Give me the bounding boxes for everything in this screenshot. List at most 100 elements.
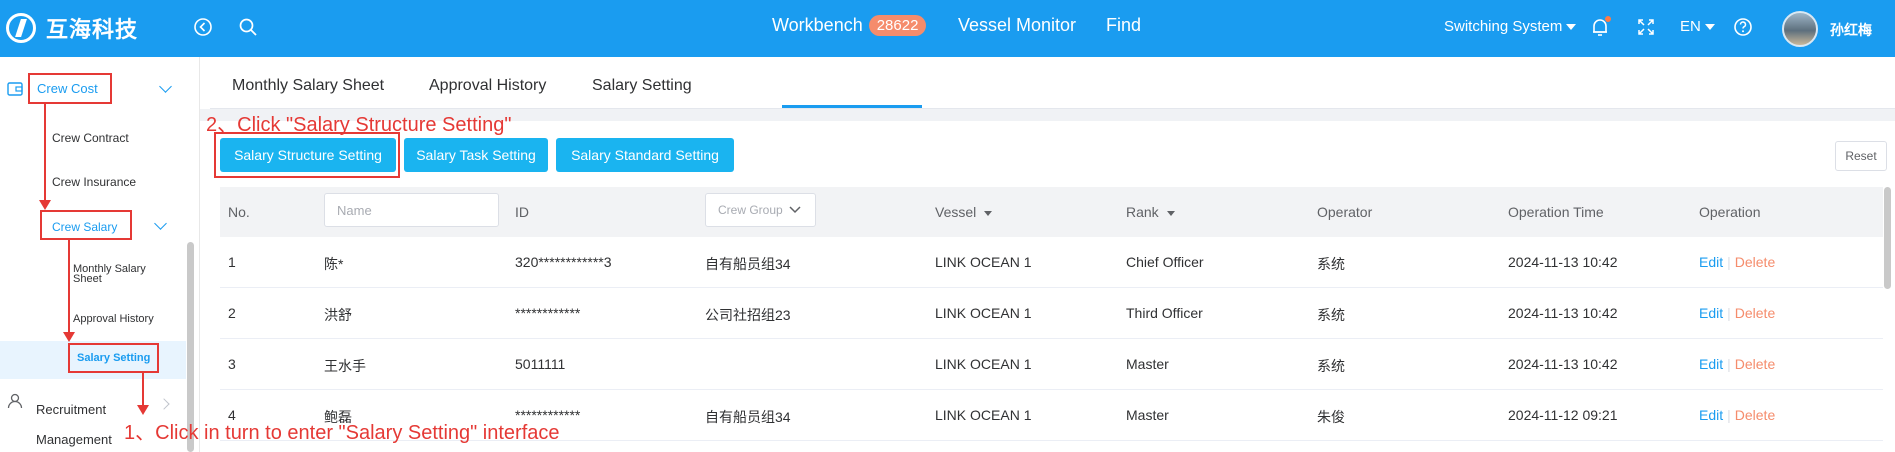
reset-button[interactable]: Reset	[1835, 141, 1887, 171]
edit-link[interactable]: Edit	[1699, 254, 1723, 270]
cell-operation: Edit | Delete	[1699, 407, 1775, 423]
sidebar-item-crew-insurance[interactable]: Crew Insurance	[52, 175, 136, 189]
cell-id: ************	[515, 305, 581, 321]
top-bar: 互海科技 Workbench 28622 Vessel Monitor Find…	[0, 0, 1895, 57]
divider: |	[1727, 254, 1731, 270]
tab-bar: Monthly Salary Sheet Approval History Sa…	[210, 57, 1895, 109]
workbench-badge: 28622	[868, 15, 927, 36]
cell-operation-time: 2024-11-13 10:42	[1508, 305, 1618, 321]
back-icon[interactable]	[190, 14, 216, 40]
salary-standard-setting-button[interactable]: Salary Standard Setting	[556, 138, 734, 172]
column-header-vessel[interactable]: Vessel	[935, 204, 993, 220]
nav-vessel-monitor-label: Vessel Monitor	[958, 15, 1077, 35]
sidebar-item-monthly-salary-sheet[interactable]: Monthly Salary Sheet	[73, 264, 146, 285]
column-header-rank[interactable]: Rank	[1126, 204, 1175, 220]
cell-operator: 系统	[1317, 307, 1345, 323]
divider: |	[1727, 305, 1731, 321]
avatar[interactable]	[1782, 11, 1818, 47]
caret-down-icon	[1566, 23, 1577, 30]
column-header-no: No.	[228, 204, 250, 220]
active-tab-indicator	[782, 105, 922, 108]
sidebar-item-label: Management	[36, 432, 112, 447]
column-header-id: ID	[515, 204, 529, 220]
annotation-arrow	[63, 240, 75, 342]
crew-group-filter-select[interactable]: Crew Group	[705, 193, 816, 227]
cell-rank: Chief Officer	[1126, 254, 1204, 270]
tab-monthly-salary-sheet[interactable]: Monthly Salary Sheet	[232, 77, 384, 95]
edit-link[interactable]: Edit	[1699, 407, 1723, 423]
sidebar-item-recruitment-management[interactable]: Recruitment Management	[36, 395, 112, 452]
user-icon	[7, 393, 23, 414]
column-header-operator: Operator	[1317, 204, 1373, 220]
cell-vessel: LINK OCEAN 1	[935, 407, 1032, 423]
cell-vessel: LINK OCEAN 1	[935, 356, 1032, 372]
table-scrollbar[interactable]	[1884, 187, 1891, 289]
sidebar-item-crew-contract[interactable]: Crew Contract	[52, 131, 129, 145]
cell-operation: Edit | Delete	[1699, 254, 1775, 270]
sidebar-item-label: Sheet	[73, 273, 102, 285]
caret-down-icon	[984, 210, 993, 216]
annotation-box-structure-button	[214, 132, 400, 178]
name-filter-input[interactable]: Name	[324, 193, 499, 227]
logo-icon	[6, 13, 36, 43]
column-header-operation: Operation	[1699, 204, 1761, 220]
cell-name: 王水手	[324, 358, 366, 374]
nav-workbench[interactable]: Workbench 28622	[772, 15, 927, 36]
caret-down-icon	[1166, 210, 1175, 216]
language-dropdown[interactable]: EN	[1680, 18, 1715, 35]
sidebar-item-label: Recruitment	[36, 402, 107, 417]
table-row: 3 王水手 5011111 LINK OCEAN 1 Master 系统 202…	[220, 339, 1883, 390]
divider: |	[1727, 407, 1731, 423]
fullscreen-icon[interactable]	[1633, 14, 1659, 40]
crew-group-filter-label: Crew Group	[718, 203, 783, 217]
rank-header-label: Rank	[1126, 204, 1159, 220]
cell-crew-group: 自有船员组34	[705, 409, 791, 425]
annotation-step-2: 2、Click "Salary Structure Setting"	[206, 114, 512, 136]
annotation-box-salary-setting	[68, 343, 159, 373]
user-name[interactable]: 孙红梅	[1830, 20, 1872, 40]
tab-salary-setting[interactable]: Salary Setting	[592, 77, 692, 95]
language-label: EN	[1680, 18, 1701, 35]
cell-id: 5011111	[515, 356, 566, 372]
cell-operator: 系统	[1317, 256, 1345, 272]
cell-operation: Edit | Delete	[1699, 305, 1775, 321]
nav-workbench-label: Workbench	[772, 15, 863, 35]
delete-link[interactable]: Delete	[1735, 254, 1775, 270]
switching-system-dropdown[interactable]: Switching System	[1444, 18, 1577, 35]
cell-operation-time: 2024-11-12 09:21	[1508, 407, 1618, 423]
sidebar	[0, 57, 200, 452]
annotation-box-crew-cost	[28, 73, 112, 104]
cell-no: 2	[228, 305, 236, 321]
delete-link[interactable]: Delete	[1735, 407, 1775, 423]
cell-id: 320************3	[515, 254, 612, 270]
cell-rank: Master	[1126, 407, 1169, 423]
nav-find[interactable]: Find	[1106, 15, 1141, 36]
brand-name: 互海科技	[46, 18, 139, 43]
cell-operation-time: 2024-11-13 10:42	[1508, 254, 1618, 270]
delete-link[interactable]: Delete	[1735, 356, 1775, 372]
annotation-box-crew-salary	[40, 210, 132, 240]
help-icon[interactable]	[1730, 14, 1756, 40]
divider: |	[1727, 356, 1731, 372]
cell-vessel: LINK OCEAN 1	[935, 305, 1032, 321]
wallet-icon	[7, 82, 23, 101]
cell-operation: Edit | Delete	[1699, 356, 1775, 372]
cell-rank: Master	[1126, 356, 1169, 372]
chevron-down-icon	[789, 206, 801, 214]
edit-link[interactable]: Edit	[1699, 305, 1723, 321]
tab-approval-history[interactable]: Approval History	[429, 77, 546, 95]
salary-task-setting-button[interactable]: Salary Task Setting	[404, 138, 548, 172]
cell-name: 陈*	[324, 256, 344, 272]
annotation-step-1: 1、Click in turn to enter "Salary Setting…	[124, 422, 560, 444]
cell-operation-time: 2024-11-13 10:42	[1508, 356, 1618, 372]
cell-rank: Third Officer	[1126, 305, 1203, 321]
sidebar-item-approval-history[interactable]: Approval History	[73, 313, 154, 325]
search-icon[interactable]	[235, 14, 261, 40]
edit-link[interactable]: Edit	[1699, 356, 1723, 372]
switching-system-label: Switching System	[1444, 18, 1563, 35]
delete-link[interactable]: Delete	[1735, 305, 1775, 321]
brand-logo[interactable]: 互海科技	[6, 13, 138, 43]
bell-icon[interactable]	[1587, 14, 1613, 40]
nav-vessel-monitor[interactable]: Vessel Monitor	[958, 15, 1076, 36]
cell-no: 3	[228, 356, 236, 372]
